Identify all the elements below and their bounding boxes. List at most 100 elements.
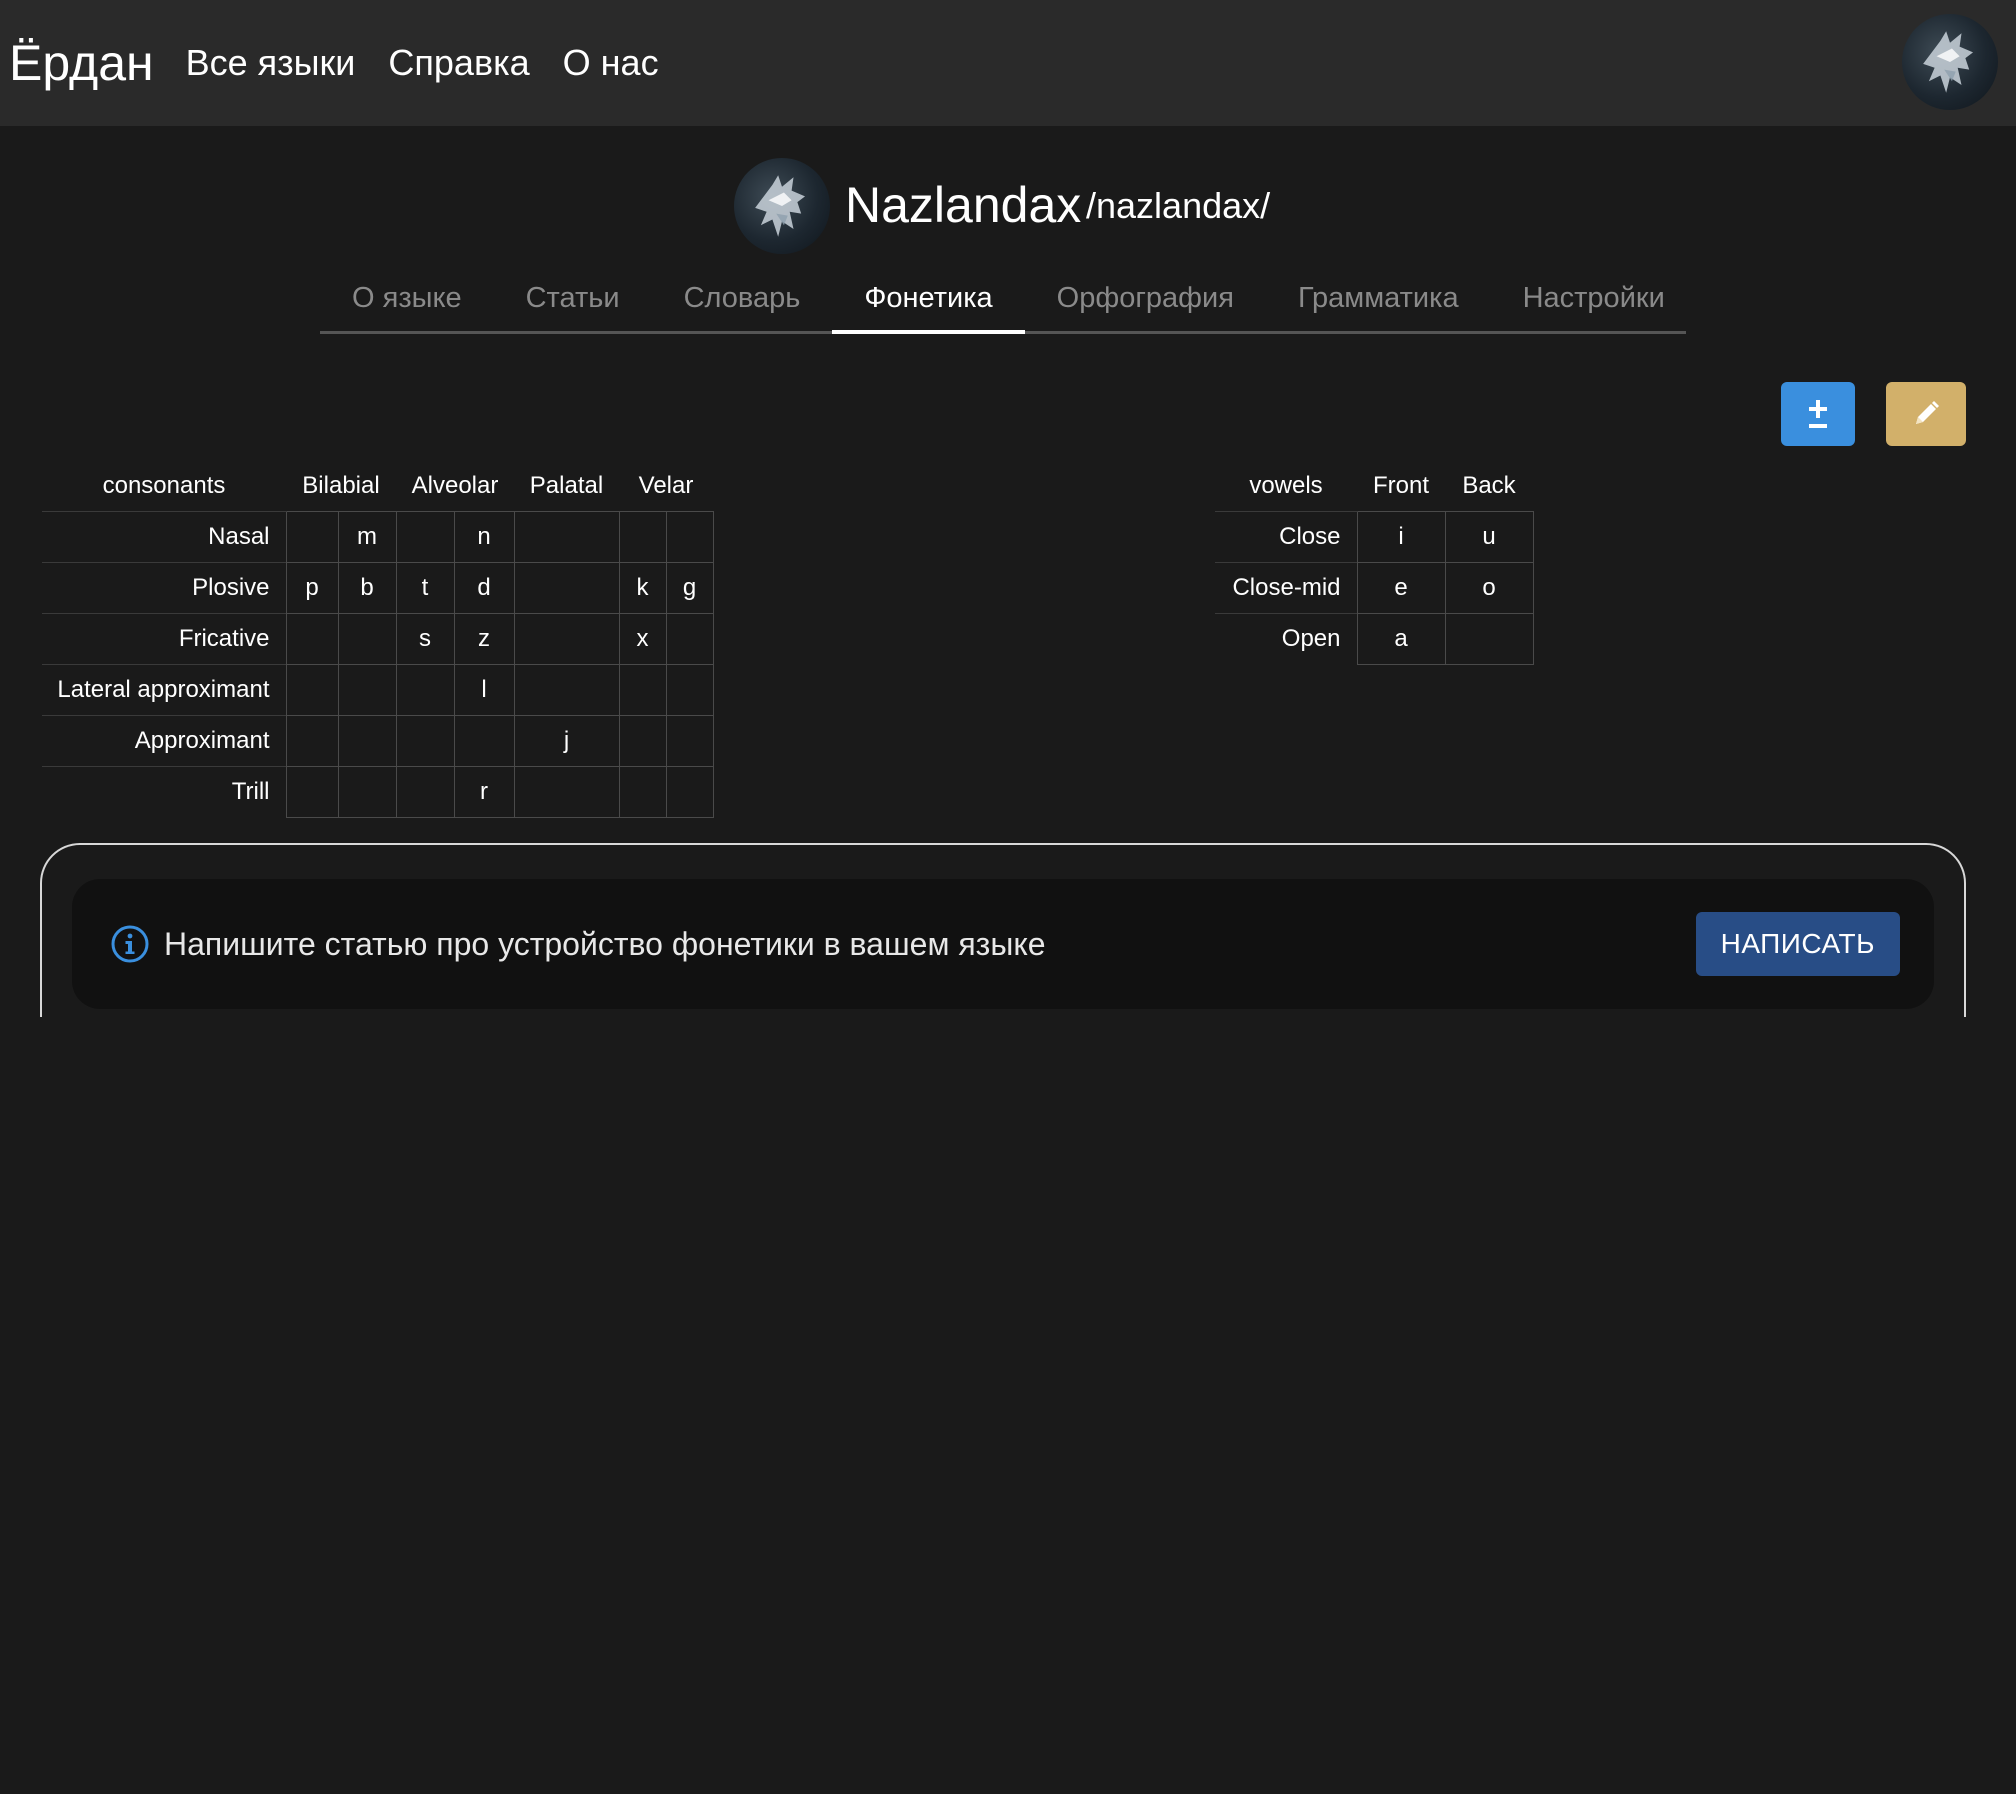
phoneme-cell[interactable]: s xyxy=(395,613,455,665)
phoneme-cell[interactable]: o xyxy=(1444,562,1534,614)
phoneme-cell[interactable] xyxy=(513,562,620,614)
phoneme-cell[interactable]: i xyxy=(1356,511,1446,563)
tab-phonetics[interactable]: Фонетика xyxy=(832,270,1025,334)
nav-help[interactable]: Справка xyxy=(388,42,529,84)
phoneme-cell[interactable] xyxy=(337,613,397,665)
brand-link[interactable]: Ёрдан xyxy=(9,34,154,92)
column-header: Velar xyxy=(638,472,694,499)
phoneme-cell[interactable]: r xyxy=(453,766,515,818)
phoneme-cell[interactable]: b xyxy=(337,562,397,614)
phoneme-cell[interactable] xyxy=(285,511,339,563)
wolf-avatar-icon xyxy=(1923,31,1974,93)
column-header: Back xyxy=(1462,472,1516,499)
phoneme-cell[interactable] xyxy=(285,613,339,665)
phoneme-cell[interactable] xyxy=(513,511,620,563)
table-row: Fricative s z x xyxy=(42,613,714,665)
row-header: Close xyxy=(1215,511,1357,563)
top-nav: Все языки Справка О нас xyxy=(186,42,692,84)
column-header: Bilabial xyxy=(302,472,380,499)
write-article-hint: Напишите статью про устройство фонетики … xyxy=(72,879,1934,1009)
table-row: Open a xyxy=(1215,613,1534,665)
table-row: Close-mid e o xyxy=(1215,562,1534,614)
phoneme-cell[interactable] xyxy=(618,511,667,563)
phoneme-cell[interactable] xyxy=(618,766,667,818)
phoneme-cell[interactable]: z xyxy=(453,613,515,665)
nav-all-languages[interactable]: Все языки xyxy=(186,42,356,84)
tab-articles[interactable]: Статьи xyxy=(494,270,652,331)
table-row: Approximant j xyxy=(42,715,714,767)
phoneme-cell[interactable]: d xyxy=(453,562,515,614)
row-header: Lateral approximant xyxy=(42,664,286,716)
phoneme-cell[interactable]: j xyxy=(513,715,620,767)
phoneme-cell[interactable] xyxy=(285,766,339,818)
phoneme-cell[interactable]: g xyxy=(665,562,714,614)
column-header: Palatal xyxy=(529,472,604,499)
phoneme-cell[interactable]: l xyxy=(453,664,515,716)
tab-about-language[interactable]: О языке xyxy=(320,270,494,331)
phoneme-cell[interactable]: n xyxy=(453,511,515,563)
info-icon xyxy=(111,925,149,963)
row-header: Plosive xyxy=(42,562,286,614)
phoneme-cell[interactable] xyxy=(618,664,667,716)
phoneme-cell[interactable] xyxy=(513,613,620,665)
row-header: Approximant xyxy=(42,715,286,767)
row-header: Trill xyxy=(42,766,286,817)
phoneme-cell[interactable] xyxy=(1444,613,1534,665)
consonants-title: consonants xyxy=(102,472,226,499)
write-article-button[interactable]: НАПИСАТЬ xyxy=(1695,912,1900,976)
phoneme-cell[interactable] xyxy=(665,766,714,818)
nav-about[interactable]: О нас xyxy=(563,42,659,84)
table-row: Nasal m n xyxy=(42,511,714,563)
column-header: Front xyxy=(1372,472,1429,499)
phoneme-cell[interactable]: t xyxy=(395,562,455,614)
phoneme-cell[interactable]: a xyxy=(1356,613,1446,665)
add-remove-button[interactable] xyxy=(1781,382,1855,446)
phoneme-cell[interactable] xyxy=(337,715,397,767)
vowels-table: vowels Front Back Close i u Close-mid e … xyxy=(1215,461,1534,665)
language-transliteration: /nazlandax/ xyxy=(1086,185,1271,226)
phoneme-cell[interactable] xyxy=(665,664,714,716)
phoneme-cell[interactable] xyxy=(285,664,339,716)
phoneme-cell[interactable] xyxy=(337,664,397,716)
tab-grammar[interactable]: Грамматика xyxy=(1266,270,1491,331)
language-avatar xyxy=(734,158,830,254)
phoneme-cell[interactable] xyxy=(395,511,455,563)
phoneme-cell[interactable] xyxy=(618,715,667,767)
phoneme-cell[interactable] xyxy=(285,715,339,767)
row-header: Fricative xyxy=(42,613,286,665)
language-tabs: О языке Статьи Словарь Фонетика Орфограф… xyxy=(320,270,1686,334)
phoneme-cell[interactable]: m xyxy=(337,511,397,563)
table-row: Close i u xyxy=(1215,511,1534,563)
tab-orthography[interactable]: Орфография xyxy=(1025,270,1266,331)
consonants-table: consonants Bilabial Alveolar Palatal Vel… xyxy=(42,461,714,818)
language-name: Nazlandax xyxy=(845,177,1082,233)
edit-button[interactable] xyxy=(1886,382,1966,446)
phoneme-cell[interactable]: k xyxy=(618,562,667,614)
phoneme-cell[interactable] xyxy=(395,664,455,716)
top-navbar: Ёрдан Все языки Справка О нас xyxy=(0,0,2016,126)
phoneme-cell[interactable] xyxy=(453,715,515,767)
phoneme-cell[interactable] xyxy=(513,664,620,716)
phoneme-cell[interactable] xyxy=(665,613,714,665)
plus-minus-icon xyxy=(1809,400,1827,428)
column-header: Alveolar xyxy=(411,472,499,499)
vowels-title: vowels xyxy=(1249,472,1323,499)
phoneme-cell[interactable] xyxy=(395,766,455,818)
tab-dictionary[interactable]: Словарь xyxy=(652,270,833,331)
phoneme-cell[interactable]: p xyxy=(285,562,339,614)
table-row: Plosive p b t d k g xyxy=(42,562,714,614)
wolf-avatar-icon xyxy=(755,175,806,237)
phoneme-cell[interactable]: u xyxy=(1444,511,1534,563)
phoneme-cell[interactable]: e xyxy=(1356,562,1446,614)
tab-settings[interactable]: Настройки xyxy=(1491,270,1697,331)
phoneme-cell[interactable] xyxy=(337,766,397,818)
phoneme-cell[interactable] xyxy=(395,715,455,767)
pencil-icon xyxy=(1916,401,1939,424)
phoneme-cell[interactable]: x xyxy=(618,613,667,665)
user-avatar[interactable] xyxy=(1902,14,1998,110)
phoneme-cell[interactable] xyxy=(665,715,714,767)
row-header: Nasal xyxy=(42,511,286,563)
row-header: Close-mid xyxy=(1215,562,1357,614)
phoneme-cell[interactable] xyxy=(513,766,620,818)
phoneme-cell[interactable] xyxy=(665,511,714,563)
